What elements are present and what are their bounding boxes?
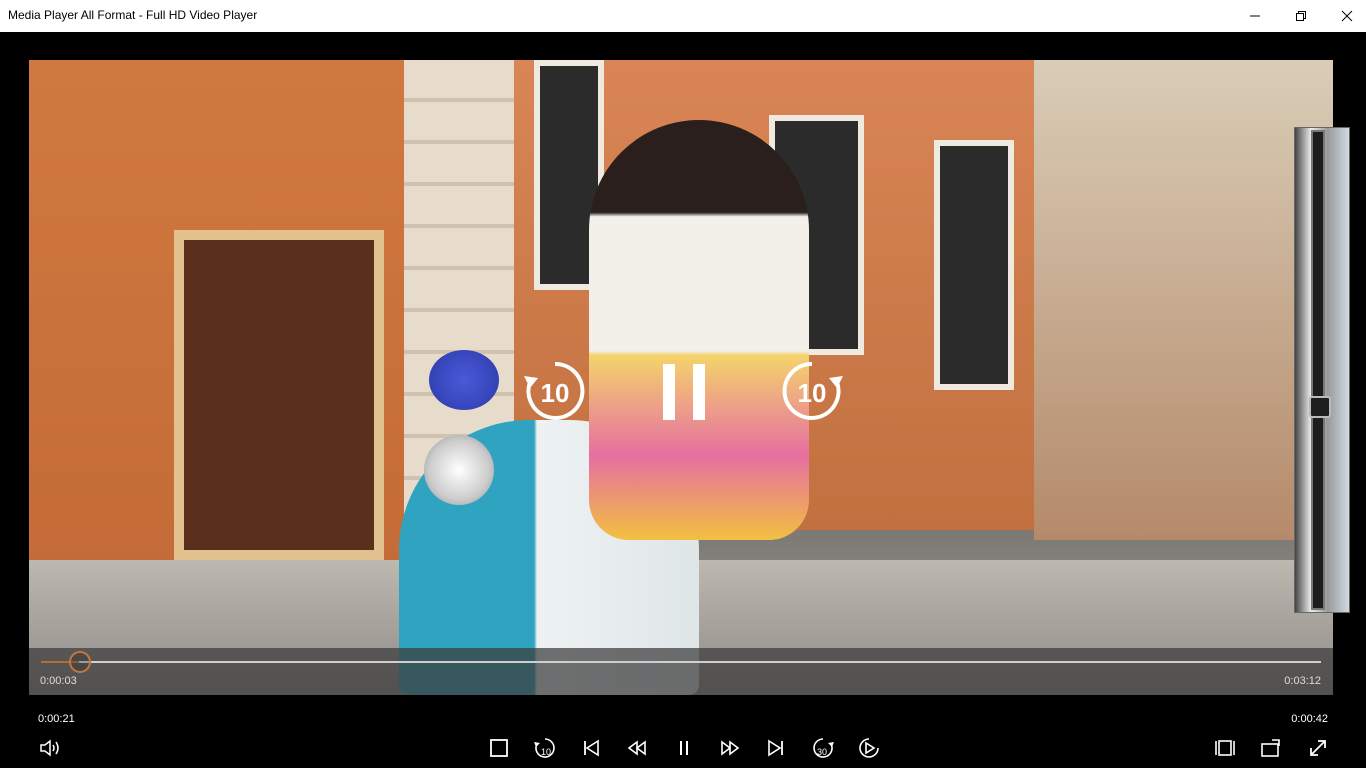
rotate-button[interactable]: [1256, 733, 1286, 763]
seek-panel: 0:00:03 0:03:12: [29, 648, 1333, 695]
restore-button[interactable]: [1278, 0, 1324, 32]
fast-forward-button[interactable]: [715, 733, 745, 763]
minimize-button[interactable]: [1232, 0, 1278, 32]
playback-speed-button[interactable]: [854, 733, 884, 763]
window-title: Media Player All Format - Full HD Video …: [8, 8, 258, 22]
forward-badge: 30: [817, 747, 827, 757]
minimize-icon: [1250, 15, 1260, 17]
skip-next-icon: [768, 739, 783, 757]
aspect-ratio-button[interactable]: [1210, 733, 1240, 763]
close-icon: [1341, 10, 1353, 22]
play-pause-button[interactable]: [669, 733, 699, 763]
fullscreen-button[interactable]: [1303, 733, 1333, 763]
volume-icon: [40, 739, 59, 757]
seek-total-time: 0:03:12: [1284, 675, 1321, 687]
stop-icon: [490, 739, 508, 757]
overlay-forward-label: 10: [798, 378, 827, 408]
stop-button[interactable]: [484, 733, 514, 763]
volume-button[interactable]: [35, 733, 65, 763]
rewind-10-small-icon: 10: [534, 738, 555, 758]
rewind-10-button[interactable]: 10: [530, 733, 560, 763]
pause-icon: [663, 364, 705, 420]
rotate-screen-icon: [1261, 739, 1280, 757]
seek-current-time: 0:00:03: [40, 675, 77, 687]
volume-track[interactable]: [1311, 130, 1325, 610]
time-other: 0:00:42: [1291, 713, 1328, 725]
fast-rewind-icon: [627, 740, 646, 756]
skip-previous-icon: [584, 739, 599, 757]
fast-forward-icon: [721, 740, 740, 756]
forward-30-icon: 30: [813, 738, 834, 758]
time-elapsed: 0:00:21: [38, 713, 75, 725]
forward-30-button[interactable]: 30: [808, 733, 838, 763]
forward-10-icon: 10: [782, 361, 843, 420]
overlay-forward-10-button[interactable]: 10: [779, 358, 847, 424]
aspect-ratio-icon: [1215, 740, 1235, 756]
seek-thumb[interactable]: [69, 651, 91, 673]
close-button[interactable]: [1324, 0, 1366, 32]
seek-track[interactable]: [41, 661, 1321, 663]
pause-small-icon: [680, 741, 688, 755]
overlay-rewind-10-button[interactable]: 10: [522, 358, 588, 424]
rewind-badge: 10: [541, 747, 551, 757]
next-button[interactable]: [761, 733, 791, 763]
overlay-pause-button[interactable]: [655, 360, 715, 424]
volume-slider-panel: [1294, 127, 1350, 613]
control-bar: 0:00:21 0:00:42 10 30: [0, 697, 1366, 768]
volume-thumb[interactable]: [1309, 396, 1331, 418]
overlay-controls: 10 10: [29, 60, 1333, 695]
fullscreen-icon: [1310, 740, 1326, 756]
fast-rewind-button[interactable]: [622, 733, 652, 763]
previous-button[interactable]: [576, 733, 606, 763]
title-bar: Media Player All Format - Full HD Video …: [0, 0, 1366, 32]
overlay-rewind-label: 10: [541, 378, 570, 408]
video-frame[interactable]: 10 10: [29, 60, 1333, 695]
restore-icon: [1296, 11, 1306, 21]
play-circle-icon: [859, 738, 879, 758]
rewind-10-icon: 10: [524, 361, 585, 420]
